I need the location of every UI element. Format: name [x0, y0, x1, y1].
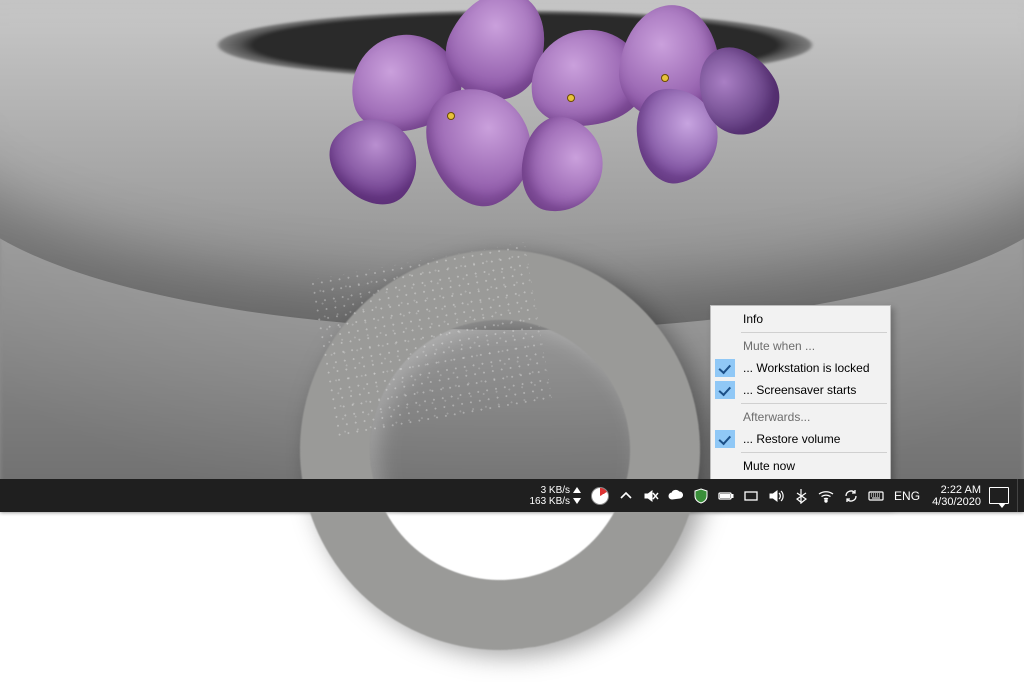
- menu-separator: [741, 403, 887, 404]
- network-rate-indicator[interactable]: 3 KB/s 163 KB/s: [529, 485, 585, 507]
- security-shield-icon[interactable]: [693, 488, 709, 504]
- taskbar-clock[interactable]: 2:22 AM 4/30/2020: [924, 484, 989, 508]
- check-icon: [715, 430, 735, 448]
- menu-item-mute-now[interactable]: Mute now: [713, 455, 888, 477]
- download-arrow-icon: [573, 498, 581, 504]
- volume-muted-icon[interactable]: [643, 488, 659, 504]
- bluetooth-icon[interactable]: [793, 488, 809, 504]
- taskbar: 3 KB/s 163 KB/s: [0, 479, 1024, 512]
- keyboard-icon[interactable]: [868, 488, 884, 504]
- tray-context-menu: Info Mute when ... ... Workstation is lo…: [710, 305, 891, 507]
- system-tray: [585, 487, 890, 505]
- menu-item-label: ... Restore volume: [737, 432, 888, 446]
- menu-item-workstation-locked[interactable]: ... Workstation is locked: [713, 357, 888, 379]
- tray-overflow-chevron-icon[interactable]: [618, 488, 634, 504]
- show-desktop-button[interactable]: [1017, 479, 1024, 512]
- menu-item-screensaver-starts[interactable]: ... Screensaver starts: [713, 379, 888, 401]
- net-up-label: 3 KB/s: [541, 485, 570, 496]
- check-icon: [715, 381, 735, 399]
- clock-date: 4/30/2020: [932, 496, 981, 508]
- menu-item-label: ... Screensaver starts: [737, 383, 888, 397]
- wifi-icon[interactable]: [818, 488, 834, 504]
- menu-header-mute-when: Mute when ...: [713, 335, 888, 357]
- battery-icon[interactable]: [718, 488, 734, 504]
- menu-separator: [741, 452, 887, 453]
- menu-item-label: Mute now: [737, 459, 888, 473]
- action-center-icon[interactable]: [989, 487, 1009, 504]
- wallpaper-flowers: [330, 0, 800, 235]
- menu-header-afterwards: Afterwards...: [713, 406, 888, 428]
- sync-icon[interactable]: [843, 488, 859, 504]
- menu-separator: [741, 332, 887, 333]
- app-tray-icon[interactable]: [743, 488, 759, 504]
- menu-item-info[interactable]: Info: [713, 308, 888, 330]
- speaker-icon[interactable]: [768, 488, 784, 504]
- menu-item-restore-volume[interactable]: ... Restore volume: [713, 428, 888, 450]
- upload-arrow-icon: [573, 487, 581, 493]
- menu-item-label: ... Workstation is locked: [737, 361, 888, 375]
- disk-usage-icon[interactable]: [591, 487, 609, 505]
- onedrive-icon[interactable]: [668, 488, 684, 504]
- clock-time: 2:22 AM: [932, 484, 981, 496]
- check-icon: [715, 359, 735, 377]
- menu-item-label: Info: [737, 312, 888, 326]
- net-down-label: 163 KB/s: [529, 496, 570, 507]
- language-indicator[interactable]: ENG: [890, 489, 924, 503]
